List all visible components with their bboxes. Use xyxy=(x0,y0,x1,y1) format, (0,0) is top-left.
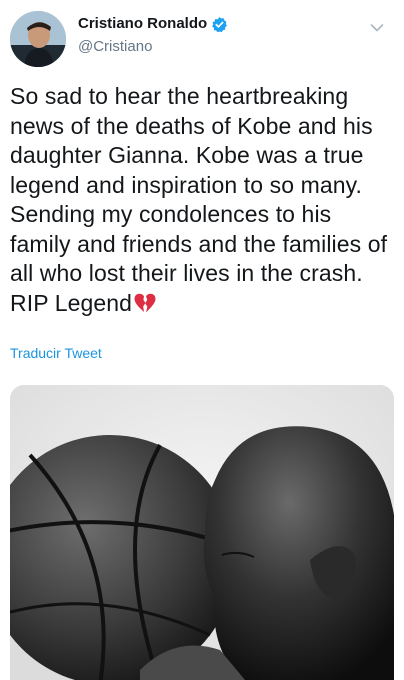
tweet-header: Cristiano Ronaldo @Cristiano xyxy=(0,0,404,78)
avatar[interactable] xyxy=(10,11,66,67)
broken-heart-emoji xyxy=(133,292,157,314)
display-name[interactable]: Cristiano Ronaldo xyxy=(78,15,207,33)
handle[interactable]: @Cristiano xyxy=(78,38,152,56)
chevron-down-icon[interactable] xyxy=(370,20,384,32)
author-name-row: Cristiano Ronaldo xyxy=(78,15,228,33)
tweet-body: So sad to hear the heartbreaking news of… xyxy=(10,83,388,316)
verified-badge-icon xyxy=(211,16,228,33)
tweet-text: So sad to hear the heartbreaking news of… xyxy=(10,82,398,318)
tweet-image[interactable] xyxy=(10,385,394,680)
translate-tweet-link[interactable]: Traducir Tweet xyxy=(10,345,102,361)
